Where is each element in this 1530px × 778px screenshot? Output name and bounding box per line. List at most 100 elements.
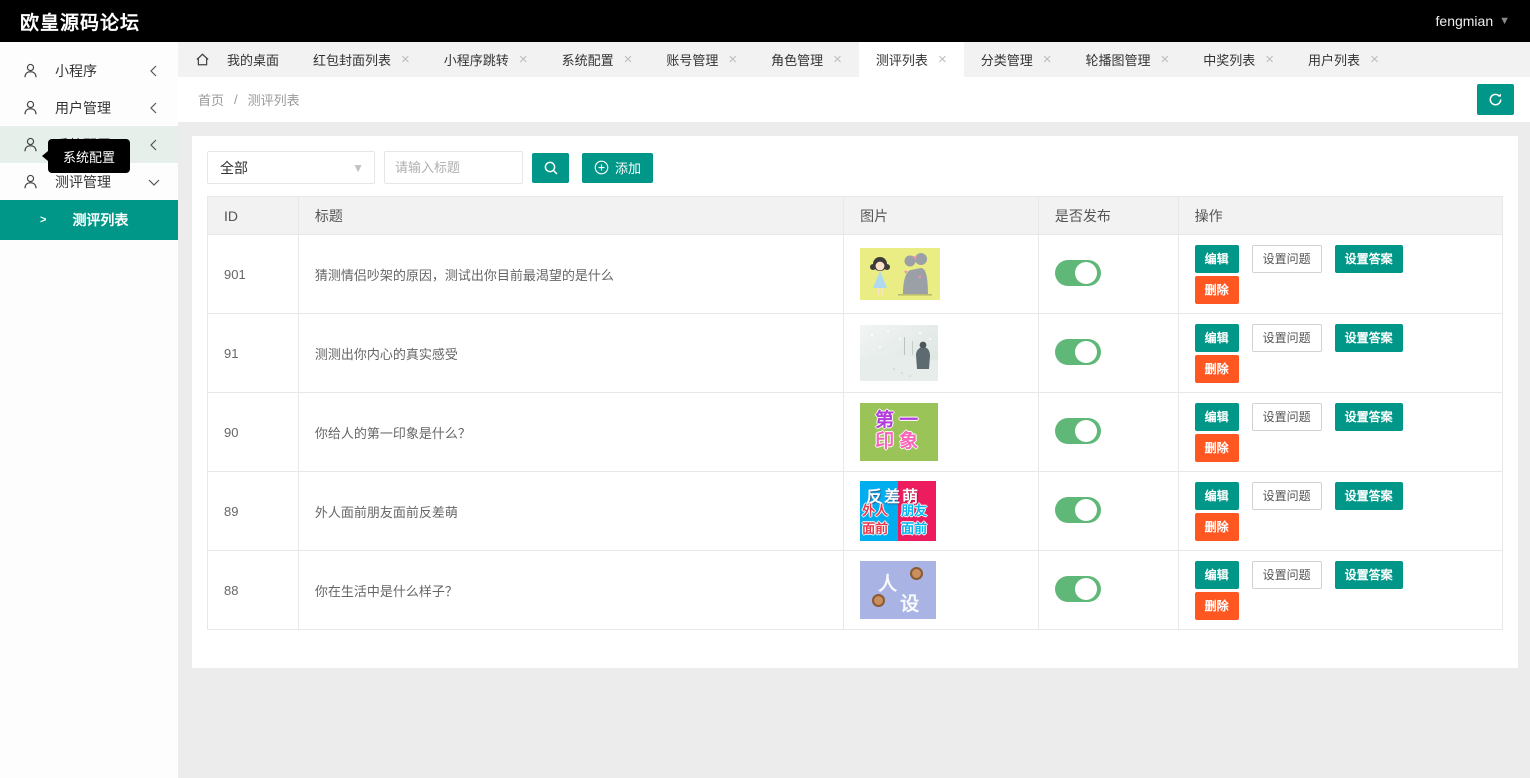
close-icon[interactable]: × bbox=[1043, 52, 1052, 67]
cell-id: 89 bbox=[208, 472, 299, 551]
publish-toggle[interactable] bbox=[1055, 339, 1101, 365]
set-answer-button[interactable]: 设置答案 bbox=[1335, 482, 1403, 510]
tab-label: 系统配置 bbox=[562, 50, 614, 69]
tab-bar: 我的桌面 红包封面列表 × 小程序跳转 × 系统配置 × 账号管理 × 角色管理… bbox=[178, 42, 1530, 77]
delete-button[interactable]: 删除 bbox=[1195, 513, 1239, 541]
set-question-button[interactable]: 设置问题 bbox=[1252, 403, 1322, 431]
close-icon[interactable]: × bbox=[624, 52, 633, 67]
thumbnail-figure bbox=[910, 567, 923, 580]
sidebar-item-label: 小程序 bbox=[55, 61, 148, 81]
edit-button[interactable]: 编辑 bbox=[1195, 482, 1239, 510]
cell-title: 外人面前朋友面前反差萌 bbox=[298, 472, 843, 551]
tab-label: 角色管理 bbox=[771, 50, 823, 69]
tab-user-list[interactable]: 用户列表 × bbox=[1291, 42, 1396, 77]
cell-image bbox=[844, 314, 1039, 393]
toggle-knob bbox=[1075, 262, 1097, 284]
edit-button[interactable]: 编辑 bbox=[1195, 561, 1239, 589]
table-row: 89 外人面前朋友面前反差萌 反差萌 外人面前 朋友面前 编辑 设置问题 bbox=[208, 472, 1503, 551]
tab-label: 用户列表 bbox=[1308, 50, 1360, 69]
sidebar-item-label: 用户管理 bbox=[55, 98, 148, 118]
cell-title: 测测出你内心的真实感受 bbox=[298, 314, 843, 393]
set-answer-button[interactable]: 设置答案 bbox=[1335, 245, 1403, 273]
sidebar-subitem-assessment-list[interactable]: > 测评列表 bbox=[0, 200, 178, 240]
table-row: 901 猜测情侣吵架的原因，测试出你目前最渴望的是什么 bbox=[208, 235, 1503, 314]
user-menu[interactable]: fengmian ▼ bbox=[1436, 13, 1510, 29]
svg-text:♥: ♥ bbox=[918, 275, 922, 281]
set-question-button[interactable]: 设置问题 bbox=[1252, 561, 1322, 589]
search-icon bbox=[543, 160, 559, 176]
tab-system-config[interactable]: 系统配置 × bbox=[545, 42, 650, 77]
set-question-button[interactable]: 设置问题 bbox=[1252, 324, 1322, 352]
tab-winner-list[interactable]: 中奖列表 × bbox=[1186, 42, 1291, 77]
col-header-image: 图片 bbox=[844, 197, 1039, 235]
edit-button[interactable]: 编辑 bbox=[1195, 245, 1239, 273]
tab-assessment-list[interactable]: 测评列表 × bbox=[859, 42, 964, 77]
publish-toggle[interactable] bbox=[1055, 260, 1101, 286]
tab-label: 红包封面列表 bbox=[313, 50, 391, 69]
sidebar-item-user-management[interactable]: 用户管理 bbox=[0, 89, 178, 126]
close-icon[interactable]: × bbox=[401, 52, 410, 67]
user-icon bbox=[22, 99, 39, 116]
publish-toggle[interactable] bbox=[1055, 576, 1101, 602]
tab-carousel-management[interactable]: 轮播图管理 × bbox=[1068, 42, 1186, 77]
cell-image: 人 设 bbox=[844, 551, 1039, 630]
tab-role-management[interactable]: 角色管理 × bbox=[754, 42, 859, 77]
delete-button[interactable]: 删除 bbox=[1195, 276, 1239, 304]
close-icon[interactable]: × bbox=[938, 52, 947, 67]
set-question-button[interactable]: 设置问题 bbox=[1252, 482, 1322, 510]
set-answer-button[interactable]: 设置答案 bbox=[1335, 561, 1403, 589]
col-header-title: 标题 bbox=[298, 197, 843, 235]
set-question-button[interactable]: 设置问题 bbox=[1252, 245, 1322, 273]
set-answer-button[interactable]: 设置答案 bbox=[1335, 324, 1403, 352]
close-icon[interactable]: × bbox=[519, 52, 528, 67]
plus-circle-icon bbox=[594, 160, 609, 175]
edit-button[interactable]: 编辑 bbox=[1195, 324, 1239, 352]
category-select-value: 全部 bbox=[220, 158, 352, 178]
close-icon[interactable]: × bbox=[833, 52, 842, 67]
delete-button[interactable]: 删除 bbox=[1195, 355, 1239, 383]
thumbnail-text: 印象 bbox=[875, 432, 923, 453]
title-search-input[interactable] bbox=[384, 151, 523, 184]
row-thumbnail: 第一 印象 bbox=[860, 403, 938, 461]
tab-redpacket-cover-list[interactable]: 红包封面列表 × bbox=[296, 42, 427, 77]
chevron-left-icon bbox=[148, 102, 160, 114]
cell-id: 88 bbox=[208, 551, 299, 630]
tab-account-management[interactable]: 账号管理 × bbox=[649, 42, 754, 77]
col-header-actions: 操作 bbox=[1178, 197, 1502, 235]
toggle-knob bbox=[1075, 420, 1097, 442]
cell-title: 你给人的第一印象是什么？ bbox=[298, 393, 843, 472]
add-button[interactable]: 添加 bbox=[582, 153, 653, 183]
thumbnail-text: 朋友面前 bbox=[901, 502, 927, 537]
svg-text:♥: ♥ bbox=[904, 270, 908, 276]
thumbnail-text: 第一 bbox=[875, 411, 923, 432]
close-icon[interactable]: × bbox=[1370, 52, 1379, 67]
thumbnail-text: 设 bbox=[900, 589, 919, 616]
tab-label: 中奖列表 bbox=[1203, 50, 1255, 69]
close-icon[interactable]: × bbox=[1265, 52, 1274, 67]
breadcrumb-home[interactable]: 首页 bbox=[198, 90, 224, 109]
close-icon[interactable]: × bbox=[728, 52, 737, 67]
search-button[interactable] bbox=[532, 153, 569, 183]
table-header-row: ID 标题 图片 是否发布 操作 bbox=[208, 197, 1503, 235]
set-answer-button[interactable]: 设置答案 bbox=[1335, 403, 1403, 431]
delete-button[interactable]: 删除 bbox=[1195, 434, 1239, 462]
tab-category-management[interactable]: 分类管理 × bbox=[964, 42, 1069, 77]
cell-actions: 编辑 设置问题 设置答案 删除 bbox=[1178, 235, 1502, 314]
cell-image: 反差萌 外人面前 朋友面前 bbox=[844, 472, 1039, 551]
tab-miniprogram-jump[interactable]: 小程序跳转 × bbox=[427, 42, 545, 77]
delete-button[interactable]: 删除 bbox=[1195, 592, 1239, 620]
topbar: 欧皇源码论坛 fengmian ▼ bbox=[0, 0, 1530, 42]
publish-toggle[interactable] bbox=[1055, 418, 1101, 444]
refresh-button[interactable] bbox=[1477, 84, 1514, 115]
edit-button[interactable]: 编辑 bbox=[1195, 403, 1239, 431]
sidebar-subitem-label: 测评列表 bbox=[72, 210, 128, 230]
tab-my-desktop[interactable]: 我的桌面 bbox=[178, 42, 296, 77]
row-thumbnail bbox=[860, 325, 938, 381]
close-icon[interactable]: × bbox=[1161, 52, 1170, 67]
tab-label: 小程序跳转 bbox=[444, 50, 509, 69]
cell-actions: 编辑 设置问题 设置答案 删除 bbox=[1178, 314, 1502, 393]
category-select[interactable]: 全部 ▼ bbox=[207, 151, 375, 184]
sidebar-item-miniprogram[interactable]: 小程序 bbox=[0, 52, 178, 89]
refresh-icon bbox=[1487, 91, 1504, 108]
publish-toggle[interactable] bbox=[1055, 497, 1101, 523]
